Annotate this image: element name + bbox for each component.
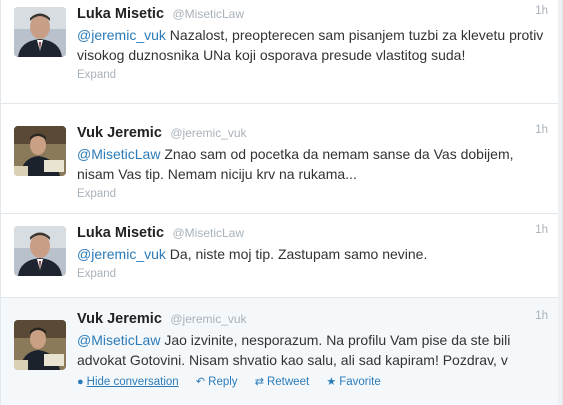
tweet-text: @jeremic_vuk Da, niste moj tip. Zastupam…: [77, 244, 552, 264]
tweet-username[interactable]: @MiseticLaw: [172, 226, 244, 240]
tweet-timestamp[interactable]: 1h: [535, 5, 548, 17]
tweet-header: Vuk Jeremic @jeremic_vuk: [77, 310, 552, 328]
mention-link[interactable]: @jeremic_vuk: [77, 27, 166, 43]
avatar-vuk-jeremic[interactable]: [14, 320, 66, 370]
expand-link[interactable]: Expand: [77, 266, 552, 282]
avatar-vuk-jeremic[interactable]: [14, 126, 66, 176]
retweet-label: Retweet: [266, 376, 310, 388]
retweet-icon: ⇄: [254, 376, 264, 388]
tweet-text: @MiseticLaw Znao sam od pocetka da nemam…: [77, 144, 552, 184]
tweet-timeline: Luka Misetic @MiseticLaw @jeremic_vuk Na…: [0, 0, 563, 405]
mention-link[interactable]: @jeremic_vuk: [77, 246, 166, 262]
tweet-fullname[interactable]: Luka Misetic: [77, 225, 164, 241]
retweet-button[interactable]: ⇄ Retweet: [255, 376, 309, 388]
tweet-timestamp[interactable]: 1h: [535, 224, 548, 236]
favorite-button[interactable]: ★ Favorite: [326, 376, 380, 388]
tweet-item[interactable]: Vuk Jeremic @jeremic_vuk @MiseticLaw Zna…: [1, 104, 562, 214]
hide-conversation-button[interactable]: ● Hide conversation: [77, 376, 179, 388]
tweet-fullname[interactable]: Vuk Jeremic: [77, 311, 162, 327]
favorite-label: Favorite: [339, 376, 381, 388]
tweet-fullname[interactable]: Vuk Jeremic: [77, 125, 162, 141]
avatar-luka-misetic[interactable]: [14, 226, 66, 276]
hide-conversation-label: Hide conversation: [86, 376, 179, 388]
tweet-item[interactable]: Vuk Jeremic @jeremic_vuk @MiseticLaw Jao…: [1, 298, 562, 405]
favorite-icon: ★: [326, 376, 337, 388]
tweet-text: @jeremic_vuk Nazalost, preopterecen sam …: [77, 25, 552, 65]
tweet-header: Luka Misetic @MiseticLaw: [77, 224, 552, 242]
mention-link[interactable]: @MiseticLaw: [77, 332, 160, 348]
tweet-text: @MiseticLaw Jao izvinite, nesporazum. Na…: [77, 330, 552, 370]
tweet-item[interactable]: Luka Misetic @MiseticLaw @jeremic_vuk Da…: [1, 214, 562, 298]
expand-link[interactable]: Expand: [77, 186, 552, 202]
reply-label: Reply: [208, 376, 238, 388]
tweet-header: Luka Misetic @MiseticLaw: [77, 5, 552, 23]
tweet-timestamp[interactable]: 1h: [535, 124, 548, 136]
tweet-timestamp[interactable]: 1h: [535, 310, 548, 322]
tweet-username[interactable]: @jeremic_vuk: [170, 126, 246, 140]
tweet-actions: ● Hide conversation ↶ Reply ⇄ Retweet ★ Favo…: [77, 374, 552, 390]
tweet-item[interactable]: Luka Misetic @MiseticLaw @jeremic_vuk Na…: [1, 0, 562, 104]
reply-icon: ↶: [195, 376, 206, 388]
reply-button[interactable]: ↶ Reply: [196, 376, 238, 388]
tweet-body: Da, niste moj tip. Zastupam samo nevine.: [165, 246, 428, 262]
conversation-icon: ●: [77, 376, 84, 388]
expand-link[interactable]: Expand: [77, 67, 552, 83]
avatar-luka-misetic[interactable]: [14, 7, 66, 57]
mention-link[interactable]: @MiseticLaw: [77, 146, 160, 162]
tweet-username[interactable]: @jeremic_vuk: [170, 312, 246, 326]
tweet-fullname[interactable]: Luka Misetic: [77, 6, 164, 22]
tweet-username[interactable]: @MiseticLaw: [172, 7, 244, 21]
scrollbar[interactable]: [558, 0, 562, 405]
tweet-header: Vuk Jeremic @jeremic_vuk: [77, 124, 552, 142]
